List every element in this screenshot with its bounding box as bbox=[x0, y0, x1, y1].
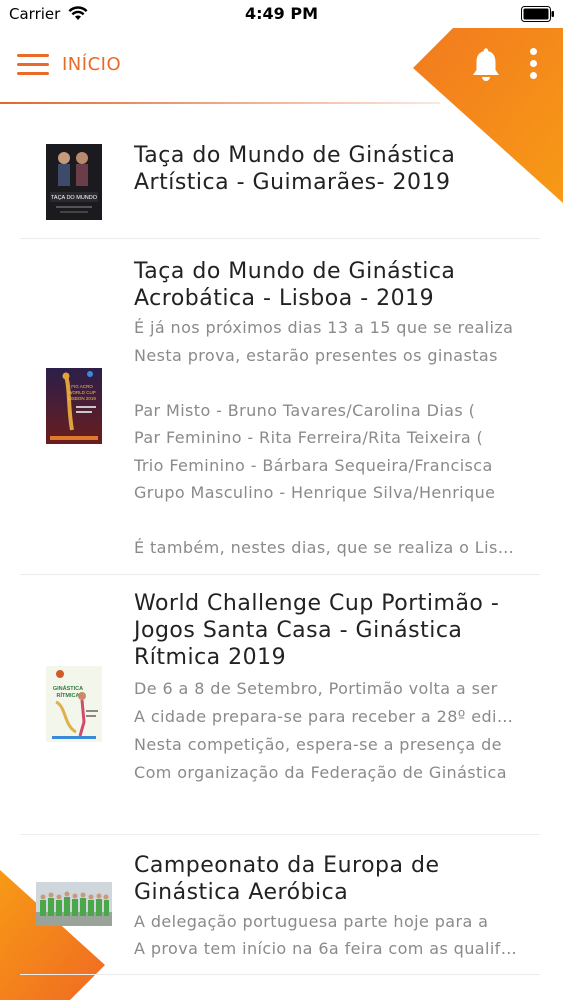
news-excerpt-line: Nesta prova, estarão presentes os ginast… bbox=[134, 345, 498, 365]
svg-text:LISBON 2019: LISBON 2019 bbox=[68, 396, 96, 401]
news-thumbnail: TAÇA DO MUNDO bbox=[46, 144, 102, 220]
svg-text:WORLD CUP: WORLD CUP bbox=[68, 390, 96, 395]
news-item[interactable]: TAÇA DO MUNDO Taça do Mundo de Ginástica… bbox=[20, 104, 540, 239]
news-excerpt-line: De 6 a 8 de Setembro, Portimão volta a s… bbox=[134, 679, 498, 698]
news-title: Campeonato da Europa de Ginástica Aeróbi… bbox=[134, 853, 440, 905]
news-thumbnail bbox=[36, 882, 112, 926]
news-excerpt-line: É também, nestes dias, que se realiza o … bbox=[134, 538, 519, 557]
page-title: INÍCIO bbox=[62, 54, 122, 75]
news-item[interactable]: Campeonato da Europa de Ginástica Aeróbi… bbox=[20, 834, 540, 975]
status-bar: Carrier 4:49 PM bbox=[0, 0, 563, 30]
svg-text:RÍTMICA: RÍTMICA bbox=[57, 691, 80, 699]
news-excerpt-line: Nesta competição, espera-se a presença d… bbox=[134, 735, 502, 754]
svg-text:GINÁSTICA: GINÁSTICA bbox=[53, 685, 83, 692]
news-excerpt-line: Com organização da Federação de Ginástic… bbox=[134, 763, 507, 782]
battery-icon bbox=[521, 6, 554, 22]
svg-text:TAÇA DO MUNDO: TAÇA DO MUNDO bbox=[51, 195, 98, 201]
news-item[interactable]: FIG ACRO WORLD CUP LISBON 2019 Taça do M… bbox=[20, 238, 540, 575]
news-thumbnail: GINÁSTICA RÍTMICA bbox=[46, 666, 102, 742]
news-thumbnail: FIG ACRO WORLD CUP LISBON 2019 bbox=[46, 368, 102, 444]
news-excerpt-line: Par Feminino - Rita Ferreira/Rita Teixei… bbox=[134, 428, 484, 447]
svg-text:FIG ACRO: FIG ACRO bbox=[71, 384, 93, 389]
news-excerpt-line: A cidade prepara-se para receber a 28º e… bbox=[134, 707, 519, 726]
navigation-bar: INÍCIO bbox=[0, 30, 563, 102]
news-item[interactable]: GINÁSTICA RÍTMICA World Challenge Cup Po… bbox=[20, 574, 540, 835]
news-excerpt-line: A delegação portuguesa parte hoje para a bbox=[134, 912, 489, 931]
menu-icon[interactable] bbox=[17, 54, 49, 76]
clock: 4:49 PM bbox=[244, 4, 318, 23]
news-title: World Challenge Cup Portimão - Jogos San… bbox=[134, 591, 500, 670]
news-title: Taça do Mundo de Ginástica Artística - G… bbox=[134, 143, 456, 195]
news-excerpt-line: A prova tem início na 6a feira com as qu… bbox=[134, 939, 519, 958]
news-excerpt-line: Grupo Masculino - Henrique Silva/Henriqu… bbox=[134, 483, 496, 502]
news-excerpt-line: É já nos próximos dias 13 a 15 que se re… bbox=[134, 318, 514, 337]
bell-icon[interactable] bbox=[470, 48, 502, 84]
news-title: Taça do Mundo de Ginástica Acrobática - … bbox=[134, 259, 456, 311]
news-excerpt-line: Par Misto - Bruno Tavares/Carolina Dias … bbox=[134, 400, 476, 420]
news-excerpt-line: Trio Feminino - Bárbara Sequeira/Francis… bbox=[134, 455, 493, 475]
header-divider bbox=[0, 102, 440, 104]
more-vertical-icon[interactable] bbox=[527, 48, 539, 82]
